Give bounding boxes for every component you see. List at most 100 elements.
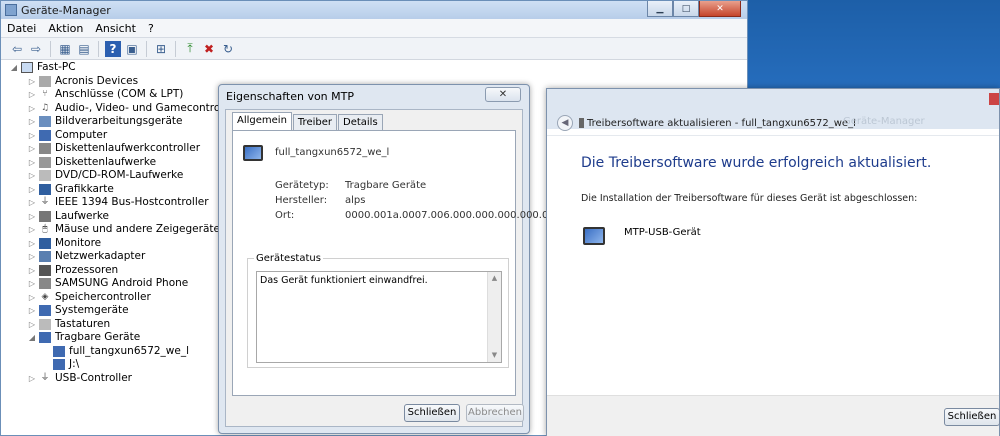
menu-bar: Datei Aktion Ansicht ? [1, 19, 747, 38]
tree-item[interactable]: ▷ DVD/CD-ROM-Laufwerke [27, 169, 183, 183]
cancel-button[interactable]: Abbrechen [466, 404, 524, 422]
minimize-button[interactable]: ▁ [647, 1, 673, 17]
tree-item[interactable]: ▷ 🖱 Mäuse und andere Zeigegeräte [27, 223, 220, 237]
expand-arrow-icon[interactable]: ▷ [27, 304, 37, 318]
expand-arrow-icon[interactable]: ▷ [27, 250, 37, 264]
dvd-icon [39, 170, 51, 182]
status-scrollbar[interactable]: ▲ ▼ [487, 272, 501, 362]
expand-arrow-icon[interactable]: ▷ [27, 183, 37, 197]
expand-arrow-icon[interactable]: ▷ [27, 223, 37, 237]
back-arrow-icon[interactable]: ⇦ [9, 41, 25, 57]
update-driver-icon[interactable]: ⤒ [182, 41, 198, 57]
usb-device-icon [579, 118, 584, 128]
phone-icon [39, 278, 51, 290]
usb-icon: ⏚ [40, 372, 50, 383]
expand-arrow-icon[interactable]: ▷ [27, 318, 37, 332]
expand-arrow-icon[interactable]: ▷ [27, 75, 37, 89]
tree-item[interactable]: ▷ Systemgeräte [27, 304, 129, 318]
wizard-close-icon[interactable] [989, 93, 999, 105]
expand-arrow-icon[interactable]: ▷ [27, 210, 37, 224]
tree-item[interactable]: ▷ SAMSUNG Android Phone [27, 277, 188, 291]
expand-arrow-icon[interactable]: ▷ [27, 237, 37, 251]
tree-root[interactable]: ◢ Fast-PC [9, 61, 76, 75]
camera-icon [39, 116, 51, 128]
system-icon [39, 305, 51, 317]
title-bar: Geräte-Manager ▁ □ ✕ [1, 1, 747, 19]
close-button[interactable]: Schließen [404, 404, 460, 422]
expand-arrow-icon[interactable]: ▷ [27, 264, 37, 278]
tree-item[interactable]: ▷ ⏚ IEEE 1394 Bus-Hostcontroller [27, 196, 209, 210]
expand-arrow-icon[interactable]: ▷ [27, 115, 37, 129]
expand-arrow-icon[interactable]: ▷ [27, 88, 37, 102]
tree-item[interactable]: ▷ ♫ Audio-, Video- und Gamecontroller [27, 102, 237, 116]
tree-item[interactable]: ▷ Diskettenlaufwerkcontroller [27, 142, 200, 156]
scroll-up-icon[interactable]: ▲ [488, 272, 501, 285]
tree-item[interactable]: ▷ ◈ Speichercontroller [27, 291, 151, 305]
properties-icon[interactable]: ▦ [57, 41, 73, 57]
driver-update-wizard: ◀ Treibersoftware aktualisieren - full_t… [546, 88, 1000, 436]
wizard-footer: Schließen [547, 395, 1000, 436]
audio-icon: ♫ [40, 102, 50, 113]
properties-close-button[interactable]: ✕ [485, 87, 521, 102]
wizard-device-name: MTP-USB-Gerät [624, 227, 701, 238]
menu-datei[interactable]: Datei [7, 22, 36, 35]
expand-arrow-icon[interactable]: ▷ [27, 102, 37, 116]
tree-item-tragbare-geraete[interactable]: ◢ Tragbare Geräte [27, 331, 140, 345]
drive-icon [39, 210, 51, 222]
tree-child-item[interactable]: J:\ [41, 358, 79, 372]
tree-item[interactable]: ▷ Laufwerke [27, 210, 109, 224]
maximize-button[interactable]: □ [673, 1, 699, 17]
tree-item[interactable]: ▷ Bildverarbeitungsgeräte [27, 115, 183, 129]
expand-arrow-icon[interactable]: ▷ [27, 142, 37, 156]
tree-item[interactable]: ▷ ⑂ Anschlüsse (COM & LPT) [27, 88, 183, 102]
tree-item[interactable]: ▷ Prozessoren [27, 264, 118, 278]
tree-item[interactable]: ▷ Monitore [27, 237, 101, 251]
expand-arrow-icon[interactable]: ▷ [27, 129, 37, 143]
tree-item[interactable]: ▷ Tastaturen [27, 318, 110, 332]
expand-arrow-icon[interactable]: ▷ [27, 291, 37, 305]
expand-arrow-icon[interactable]: ▷ [27, 277, 37, 291]
field-value: alps [345, 195, 366, 206]
wizard-heading: Die Treibersoftware wurde erfolgreich ak… [581, 155, 932, 171]
close-button[interactable]: ✕ [699, 1, 741, 17]
field-label: Gerätetyp: [275, 180, 329, 191]
expand-arrow-icon[interactable]: ▷ [27, 196, 37, 210]
desktop-background [748, 0, 1000, 88]
storage-icon: ◈ [41, 291, 49, 302]
tree-item[interactable]: ▷ ⏚ USB-Controller [27, 372, 132, 386]
back-arrow-icon[interactable]: ◀ [557, 115, 573, 131]
menu-help[interactable]: ? [148, 22, 154, 35]
scroll-down-icon[interactable]: ▼ [488, 349, 501, 362]
collapse-arrow-icon[interactable]: ◢ [27, 331, 37, 345]
device-status-textarea[interactable]: Das Gerät funktioniert einwandfrei. ▲ ▼ [256, 271, 502, 363]
collapse-arrow-icon[interactable]: ◢ [9, 61, 19, 75]
field-value: Tragbare Geräte [345, 180, 427, 191]
expand-arrow-icon[interactable]: ▷ [27, 372, 37, 386]
floppy-controller-icon [39, 143, 51, 155]
scan-hardware-icon[interactable]: ⊞ [153, 41, 169, 57]
expand-arrow-icon[interactable]: ▷ [27, 156, 37, 170]
uninstall-icon[interactable]: ✖ [201, 41, 217, 57]
disable-icon[interactable]: ↻ [220, 41, 236, 57]
expand-arrow-icon[interactable]: ▷ [27, 169, 37, 183]
tree-item[interactable]: ▷ Acronis Devices [27, 75, 138, 89]
resources-icon[interactable]: ▣ [124, 41, 140, 57]
tab-treiber[interactable]: Treiber [292, 114, 337, 130]
menu-ansicht[interactable]: Ansicht [95, 22, 136, 35]
tree-item[interactable]: ▷ Netzwerkadapter [27, 250, 145, 264]
device-status-text: Das Gerät funktioniert einwandfrei. [260, 275, 428, 286]
tab-details[interactable]: Details [338, 114, 383, 130]
device-status-label: Gerätestatus [254, 253, 323, 264]
tree-item[interactable]: ▷ Grafikkarte [27, 183, 114, 197]
properties-title-bar: Eigenschaften von MTP ✕ [219, 85, 529, 107]
list-view-icon[interactable]: ▤ [76, 41, 92, 57]
menu-aktion[interactable]: Aktion [48, 22, 83, 35]
tab-allgemein[interactable]: Allgemein [232, 112, 292, 130]
tree-item[interactable]: ▷ Computer [27, 129, 107, 143]
forward-arrow-icon[interactable]: ⇨ [28, 41, 44, 57]
tree-item[interactable]: ▷ Diskettenlaufwerke [27, 156, 156, 170]
help-icon[interactable]: ? [105, 40, 121, 57]
wizard-close-button[interactable]: Schließen [944, 408, 1000, 426]
toolbar: ⇦ ⇨ ▦ ▤ ? ▣ ⊞ ⤒ ✖ ↻ [1, 38, 747, 60]
tree-child-item[interactable]: full_tangxun6572_we_l [41, 345, 189, 359]
